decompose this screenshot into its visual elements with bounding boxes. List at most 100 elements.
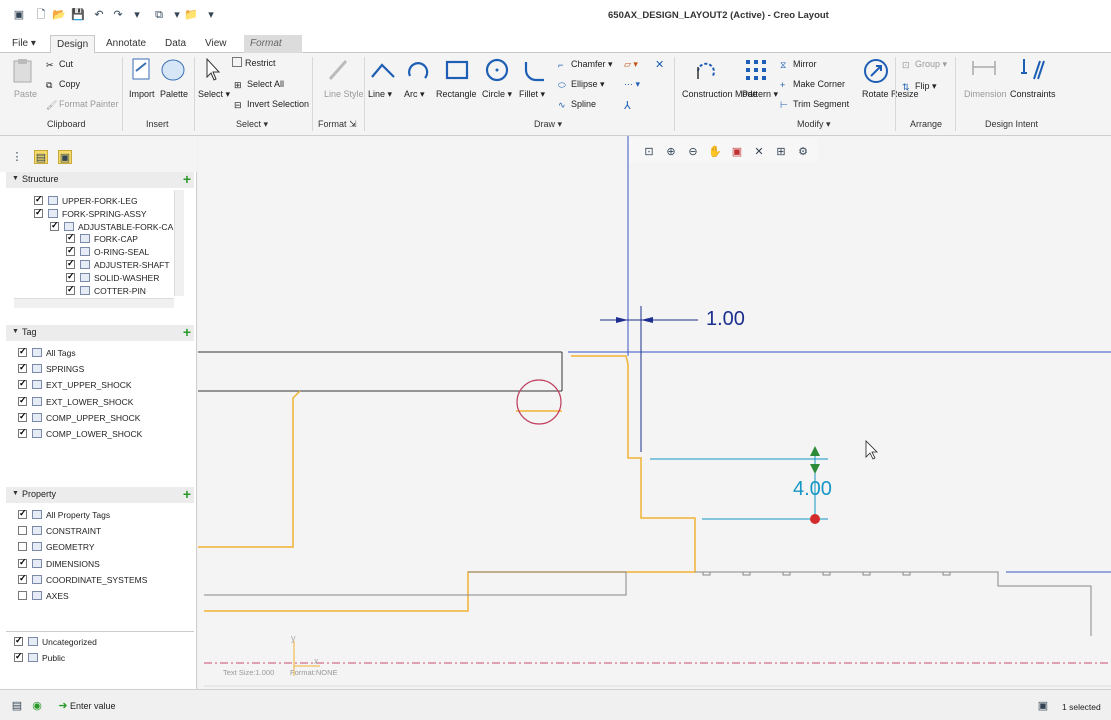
dimension-handle-down-icon[interactable] <box>810 464 820 474</box>
cut-button[interactable]: ✂ Cut <box>46 59 73 70</box>
checkbox[interactable] <box>66 271 75 282</box>
select-button[interactable]: Select ▾ <box>198 89 230 100</box>
checkbox[interactable] <box>14 635 23 646</box>
undo-icon[interactable]: ↶ <box>92 8 106 22</box>
flip-button[interactable]: ⇅ Flip ▾ <box>902 81 937 92</box>
checkbox[interactable] <box>66 258 75 269</box>
checkbox[interactable] <box>18 557 27 568</box>
arc-button[interactable]: Arc ▾ <box>404 89 425 100</box>
paste-button[interactable]: Paste <box>14 89 37 99</box>
delete-segment-icon[interactable]: ✕ <box>655 58 664 71</box>
chamfer-button[interactable]: ⌐ Chamfer ▾ <box>558 59 613 70</box>
checkbox[interactable] <box>18 395 27 406</box>
checkbox[interactable] <box>14 651 23 662</box>
find-icon[interactable]: ▣ <box>1036 699 1050 713</box>
modify-group-label[interactable]: Modify ▾ <box>797 119 831 130</box>
tree-icon[interactable]: ⋮ <box>10 150 24 164</box>
checkbox[interactable] <box>66 232 75 244</box>
checkbox[interactable] <box>18 573 27 584</box>
group-button[interactable]: ⊡ Group ▾ <box>902 59 947 70</box>
gray-outline[interactable] <box>204 571 627 596</box>
layers-icon[interactable]: ▤ <box>34 150 48 164</box>
spline-button[interactable]: ∿ Spline <box>558 99 596 110</box>
structure-section-header[interactable]: ▼ Structure + <box>6 171 194 188</box>
checkbox[interactable] <box>66 245 75 257</box>
tag-section-header[interactable]: ▼ Tag + <box>6 324 194 341</box>
circle-button[interactable]: Circle ▾ <box>482 89 512 100</box>
tab-design[interactable]: Design <box>50 35 96 53</box>
pattern-button[interactable]: Pattern ▾ <box>742 89 778 100</box>
checkbox[interactable] <box>50 220 59 231</box>
checkbox[interactable] <box>18 427 27 438</box>
tab-view[interactable]: View <box>199 35 233 53</box>
close-window-icon[interactable]: 📁 <box>184 8 198 22</box>
checkbox[interactable] <box>18 378 27 390</box>
add-icon[interactable]: + <box>183 486 191 502</box>
format-painter-button[interactable]: 🖌 Format Painter <box>46 99 119 110</box>
checkbox[interactable] <box>18 542 27 552</box>
add-icon[interactable]: + <box>183 171 191 187</box>
fillet-button[interactable]: Fillet ▾ <box>519 89 545 100</box>
mirror-button[interactable]: ⧖ Mirror <box>780 59 817 70</box>
palette-button[interactable]: Palette <box>160 89 188 99</box>
text-size-readout: Text Size:1.000 <box>223 668 275 677</box>
draw-group-label[interactable]: Draw ▾ <box>534 119 562 130</box>
open-folder-icon[interactable]: 📂 <box>52 8 66 22</box>
seal-circle[interactable] <box>516 379 562 425</box>
invert-selection-button[interactable]: ⊟ Invert Selection <box>234 99 309 110</box>
line-button[interactable]: Line ▾ <box>368 89 392 100</box>
make-corner-button[interactable]: + Make Corner <box>780 79 845 90</box>
gray-outline-right[interactable] <box>695 571 1092 636</box>
select-group-label[interactable]: Select ▾ <box>236 119 268 130</box>
tab-data[interactable]: Data <box>159 35 192 53</box>
browser-toggle-icon[interactable]: ◉ <box>30 699 44 713</box>
checkbox[interactable] <box>18 508 27 519</box>
ellipse-button[interactable]: ⬭ Ellipse ▾ <box>558 79 605 90</box>
structure-tree-label: SOLID-WASHER <box>94 272 160 283</box>
constraints-button[interactable]: Constraints <box>1010 89 1056 99</box>
tab-file[interactable]: File ▾ <box>6 35 42 53</box>
rectangle-button[interactable]: Rectangle <box>436 89 477 99</box>
add-icon[interactable]: + <box>183 324 191 340</box>
checkbox[interactable] <box>66 284 75 295</box>
dimension-endpoint-handle[interactable] <box>810 514 820 524</box>
checkbox[interactable] <box>18 346 27 357</box>
checkbox[interactable] <box>18 591 27 600</box>
checkbox[interactable] <box>34 194 43 205</box>
coordinate-system-icon[interactable]: ⅄ <box>624 99 631 112</box>
redo-dropdown-icon[interactable]: ▾ <box>130 8 144 22</box>
select-all-button[interactable]: ⊞ Select All <box>234 79 284 90</box>
tab-format[interactable]: Format <box>244 35 302 53</box>
import-button[interactable]: Import <box>129 89 155 99</box>
redo-icon[interactable]: ↷ <box>111 8 125 22</box>
new-file-icon[interactable]: 🗋 <box>34 8 48 22</box>
save-icon[interactable]: 💾 <box>71 8 85 22</box>
structure-horizontal-scrollbar[interactable] <box>14 298 174 308</box>
restrict-checkbox[interactable]: Restrict <box>232 57 276 68</box>
property-section-header[interactable]: ▼ Property + <box>6 486 194 503</box>
copy-button[interactable]: ⧉ Copy <box>46 79 80 90</box>
folder-icon[interactable]: ▣ <box>58 150 72 164</box>
dimension-value-1[interactable]: 1.00 <box>706 308 745 331</box>
trim-segment-button[interactable]: ⊢ Trim Segment <box>780 99 849 110</box>
navigator-toggle-icon[interactable]: ▤ <box>10 699 24 713</box>
orange-profile[interactable] <box>204 355 696 612</box>
checkbox[interactable] <box>18 526 27 536</box>
windows-icon[interactable]: ⧉ <box>152 8 166 22</box>
point-icon[interactable]: ⋯ ▾ <box>624 79 640 90</box>
dimension-value-2[interactable]: 4.00 <box>793 478 832 501</box>
line-style-button[interactable]: Line Style <box>324 89 364 99</box>
dimension-handle-up-icon[interactable] <box>810 446 820 456</box>
graphics-area[interactable]: ⊡ ⊕ ⊖ ✋ ▣ ✕ ⊞ ⚙ y x 1.00 4.00 Text Size:… <box>198 136 1111 689</box>
checkbox[interactable] <box>18 411 27 422</box>
customize-toolbar-icon[interactable]: ▾ <box>204 8 218 22</box>
checkbox[interactable] <box>34 207 43 218</box>
orange-profile-left[interactable] <box>198 390 301 548</box>
dimension-button[interactable]: Dimension <box>964 89 1007 99</box>
structure-vertical-scrollbar[interactable] <box>174 190 184 296</box>
tab-annotate[interactable]: Annotate <box>100 35 152 53</box>
offset-icon[interactable]: ▱ ▾ <box>624 59 638 70</box>
divider <box>6 631 194 632</box>
checkbox[interactable] <box>18 362 27 374</box>
dropdown-icon[interactable]: ▾ <box>170 8 184 22</box>
